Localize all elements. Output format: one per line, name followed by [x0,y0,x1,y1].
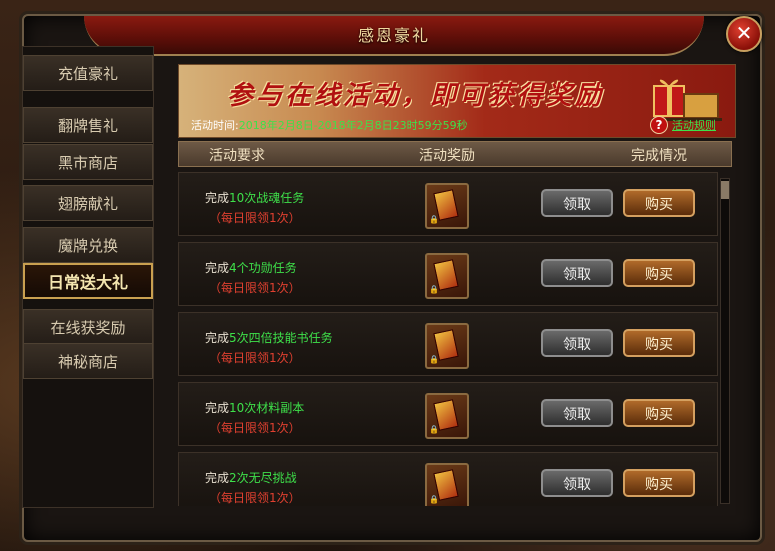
task-text: 完成5次四倍技能书任务 [205,329,333,346]
task-list: 完成10次战魂任务 （每日限领1次） 🔒 领取 购买 完成4个功勋任务 （每日限领1次） 🔒 领… [178,170,718,506]
banner-headline: 参与在线活动，即可获得奖励 [227,81,605,111]
task-row: 完成2次无尽挑战 （每日限领1次） 🔒 领取 购买 [178,452,718,506]
gift-box-icon [652,79,722,121]
column-reward: 活动奖励 [419,148,475,164]
scrollbar[interactable] [720,178,730,504]
event-time: 活动时间:2018年2月8日-2018年2月8日23时59分59秒 [191,117,468,133]
buy-button[interactable]: 购买 [623,469,695,497]
lock-icon: 🔒 [429,285,439,294]
lock-icon: 🔒 [429,425,439,434]
column-requirement: 活动要求 [209,148,265,164]
task-text: 完成10次材料副本 [205,399,304,416]
task-highlight: 4个功勋任务 [229,261,297,275]
column-status: 完成情况 [631,148,687,164]
task-row: 完成5次四倍技能书任务 （每日限领1次） 🔒 领取 购买 [178,312,718,376]
sidebar: 充值豪礼翻牌售礼 黑市商店翅膀献礼魔牌兑换 日常送大礼在线获奖励 神秘商店 [22,46,154,508]
sidebar-item[interactable]: 充值豪礼 [23,55,153,91]
buy-button[interactable]: 购买 [623,329,695,357]
window-title: 感恩豪礼 [357,26,430,45]
task-prefix: 完成 [205,261,230,275]
sidebar-item[interactable]: 魔牌兑换 [23,227,153,263]
claim-button[interactable]: 领取 [541,329,613,357]
task-highlight: 5次四倍技能书任务 [229,331,333,345]
task-highlight: 10次战魂任务 [229,191,305,205]
claim-button[interactable]: 领取 [541,399,613,427]
close-icon[interactable]: ✕ [726,16,762,52]
reward-card-icon[interactable]: 🔒 [425,463,469,506]
claim-button[interactable]: 领取 [541,259,613,287]
sidebar-item[interactable]: 翅膀献礼 [23,185,153,221]
daily-limit: （每日限领1次） [209,351,301,365]
task-prefix: 完成 [205,191,230,205]
task-highlight: 10次材料副本 [229,401,305,415]
column-header: 活动要求 活动奖励 完成情况 [178,141,732,167]
claim-button[interactable]: 领取 [541,469,613,497]
lock-icon: 🔒 [429,495,439,504]
reward-card-icon[interactable]: 🔒 [425,323,469,369]
task-row: 完成4个功勋任务 （每日限领1次） 🔒 领取 购买 [178,242,718,306]
sidebar-item[interactable]: 神秘商店 [23,343,153,379]
daily-limit: （每日限领1次） [209,281,301,295]
daily-limit: （每日限领1次） [209,421,301,435]
task-row: 完成10次战魂任务 （每日限领1次） 🔒 领取 购买 [178,172,718,236]
scrollbar-thumb[interactable] [721,181,729,199]
buy-button[interactable]: 购买 [623,259,695,287]
daily-limit: （每日限领1次） [209,491,301,505]
task-text: 完成4个功勋任务 [205,259,297,276]
sidebar-item[interactable]: 翻牌售礼 [23,107,153,143]
help-icon[interactable]: ? [650,116,668,134]
rules-link[interactable]: 活动规则 [672,117,716,133]
event-time-label: 活动时间: [191,119,239,132]
sidebar-item[interactable]: 在线获奖励 [23,309,153,345]
task-highlight: 2次无尽挑战 [229,471,297,485]
reward-card-icon[interactable]: 🔒 [425,393,469,439]
sidebar-item[interactable]: 黑市商店 [23,144,153,180]
task-text: 完成2次无尽挑战 [205,469,297,486]
sidebar-item[interactable]: 日常送大礼 [23,263,153,299]
task-prefix: 完成 [205,331,230,345]
reward-card-icon[interactable]: 🔒 [425,253,469,299]
lock-icon: 🔒 [429,355,439,364]
buy-button[interactable]: 购买 [623,189,695,217]
task-prefix: 完成 [205,471,230,485]
task-text: 完成10次战魂任务 [205,189,304,206]
lock-icon: 🔒 [429,215,439,224]
task-prefix: 完成 [205,401,230,415]
event-time-value: 2018年2月8日-2018年2月8日23时59分59秒 [238,119,468,132]
buy-button[interactable]: 购买 [623,399,695,427]
task-row: 完成10次材料副本 （每日限领1次） 🔒 领取 购买 [178,382,718,446]
reward-card-icon[interactable]: 🔒 [425,183,469,229]
claim-button[interactable]: 领取 [541,189,613,217]
window-titlebar: 感恩豪礼 [84,16,704,56]
daily-limit: （每日限领1次） [209,211,301,225]
